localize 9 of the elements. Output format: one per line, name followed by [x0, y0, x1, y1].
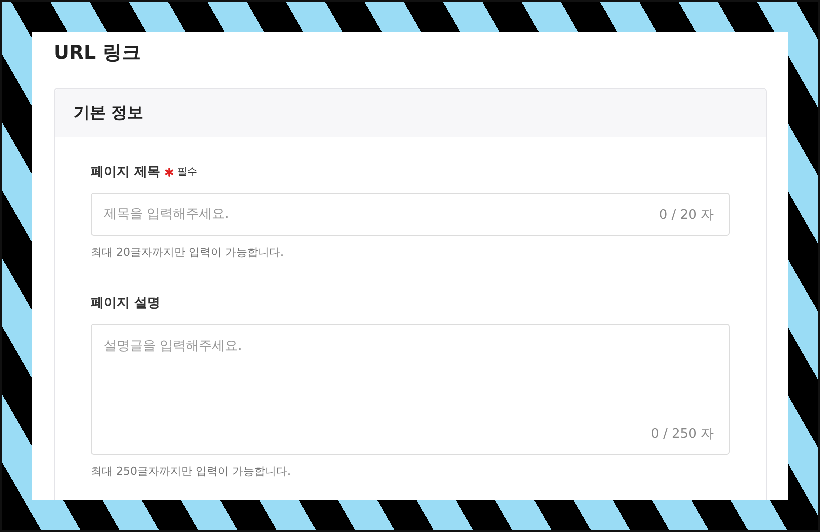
- field-label: 페이지 제목: [91, 164, 161, 181]
- character-counter: 0 / 250 자: [651, 426, 714, 443]
- character-counter: 0 / 20 자: [659, 206, 714, 224]
- required-text: 필수: [178, 166, 198, 179]
- section-title: 기본 정보: [74, 102, 144, 124]
- field-label: 페이지 설명: [91, 295, 161, 312]
- help-text: 최대 250글자까지만 입력이 가능합니다.: [91, 464, 292, 479]
- page-title: URL 링크: [54, 41, 142, 66]
- help-text: 최대 20글자까지만 입력이 가능합니다.: [91, 245, 285, 260]
